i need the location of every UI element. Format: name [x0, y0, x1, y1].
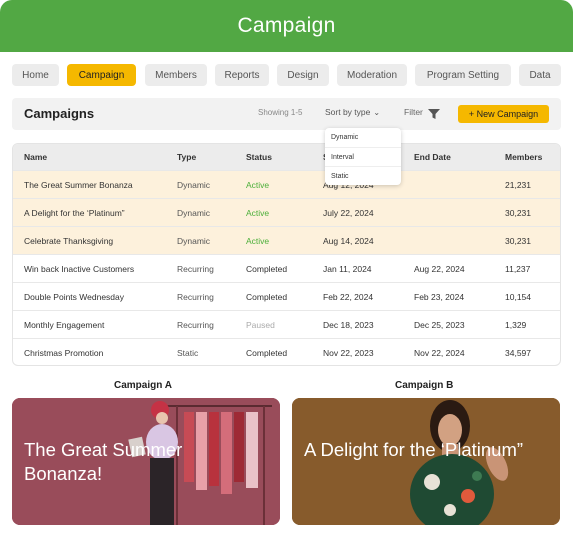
- member-count: 30,231: [505, 208, 531, 218]
- end-date: Feb 23, 2024: [414, 292, 465, 302]
- filter-button[interactable]: Filter: [404, 107, 423, 117]
- sort-dropdown-menu: Dynamic Interval Static: [325, 128, 401, 185]
- campaign-type: Dynamic: [177, 208, 211, 218]
- campaign-type: Dynamic: [177, 180, 211, 190]
- tab-data[interactable]: Data: [519, 64, 561, 86]
- campaign-name: The Great Summer Bonanza: [24, 180, 133, 190]
- table-row[interactable]: Christmas Promotion Static Completed Nov…: [13, 338, 560, 365]
- campaign-name: A Delight for the ‘Platinum”: [24, 208, 125, 218]
- tab-members[interactable]: Members: [145, 64, 207, 86]
- campaign-b-card[interactable]: A Delight for the ‘Platinum”: [292, 398, 560, 525]
- status-badge: Active: [246, 236, 270, 246]
- column-header-end-date[interactable]: End Date: [414, 152, 451, 162]
- sort-option-dynamic[interactable]: Dynamic: [325, 128, 401, 147]
- sort-option-interval[interactable]: Interval: [325, 147, 401, 166]
- end-date: Nov 22, 2024: [414, 348, 465, 358]
- table-row[interactable]: Win back Inactive Customers Recurring Co…: [13, 254, 560, 282]
- status-badge: Paused: [246, 320, 275, 330]
- campaign-name: Monthly Engagement: [24, 320, 105, 330]
- chevron-down-icon: ⌄: [373, 108, 381, 117]
- start-date: Aug 14, 2024: [323, 236, 374, 246]
- member-count: 21,231: [505, 180, 531, 190]
- table-row[interactable]: Monthly Engagement Recurring Paused Dec …: [13, 310, 560, 338]
- tab-program-setting[interactable]: Program Setting: [415, 64, 511, 86]
- sort-label: Sort by type: [325, 107, 371, 117]
- table-row[interactable]: The Great Summer Bonanza Dynamic Active …: [13, 170, 560, 198]
- table-row[interactable]: Double Points Wednesday Recurring Comple…: [13, 282, 560, 310]
- start-date: Feb 22, 2024: [323, 292, 374, 302]
- start-date: Jan 11, 2024: [323, 264, 372, 274]
- campaign-b-caption: Campaign B: [395, 380, 454, 391]
- start-date: Nov 22, 2023: [323, 348, 374, 358]
- table-header: Name Type Status S End Date Members: [13, 144, 560, 170]
- column-header-name[interactable]: Name: [24, 152, 47, 162]
- campaign-b-title: A Delight for the ‘Platinum”: [304, 439, 524, 460]
- tab-moderation[interactable]: Moderation: [337, 64, 407, 86]
- table-row[interactable]: Celebrate Thanksgiving Dynamic Active Au…: [13, 226, 560, 254]
- column-header-status[interactable]: Status: [246, 152, 272, 162]
- sort-dropdown[interactable]: Sort by type ⌄: [325, 107, 380, 117]
- campaigns-table: Name Type Status S End Date Members The …: [12, 143, 561, 366]
- end-date: Aug 22, 2024: [414, 264, 465, 274]
- status-badge: Active: [246, 180, 270, 190]
- campaign-type: Static: [177, 348, 199, 358]
- campaign-a-title: The Great Summer Bonanza!: [24, 439, 183, 484]
- campaign-a-card[interactable]: The Great Summer Bonanza!: [12, 398, 280, 525]
- campaign-name: Double Points Wednesday: [24, 292, 125, 302]
- campaign-type: Recurring: [177, 264, 214, 274]
- campaign-name: Christmas Promotion: [24, 348, 104, 358]
- start-date: Dec 18, 2023: [323, 320, 374, 330]
- campaigns-toolbar: Campaigns Showing 1-5 Sort by type ⌄ Filt…: [12, 98, 561, 130]
- app-header: Campaign: [0, 0, 573, 52]
- status-badge: Active: [246, 208, 270, 218]
- end-date: Dec 25, 2023: [414, 320, 465, 330]
- table-row[interactable]: A Delight for the ‘Platinum” Dynamic Act…: [13, 198, 560, 226]
- start-date: July 22, 2024: [323, 208, 374, 218]
- new-campaign-button[interactable]: + New Campaign: [458, 105, 549, 123]
- status-badge: Completed: [246, 264, 288, 274]
- tab-design[interactable]: Design: [277, 64, 329, 86]
- tab-campaign[interactable]: Campaign: [67, 64, 136, 86]
- tab-reports[interactable]: Reports: [215, 64, 269, 86]
- status-badge: Completed: [246, 292, 288, 302]
- sort-option-static[interactable]: Static: [325, 166, 401, 185]
- tab-home[interactable]: Home: [12, 64, 59, 86]
- campaign-name: Celebrate Thanksgiving: [24, 236, 114, 246]
- filter-icon[interactable]: [428, 109, 440, 119]
- campaign-type: Recurring: [177, 292, 214, 302]
- member-count: 1,329: [505, 320, 527, 330]
- showing-count: Showing 1-5: [258, 108, 303, 117]
- section-title: Campaigns: [24, 106, 95, 121]
- member-count: 30,231: [505, 236, 531, 246]
- nav-tabs: Home Campaign Members Reports Design Mod…: [0, 64, 573, 86]
- campaign-type: Dynamic: [177, 236, 211, 246]
- member-count: 34,597: [505, 348, 531, 358]
- member-count: 10,154: [505, 292, 531, 302]
- member-count: 11,237: [505, 264, 531, 274]
- campaign-name: Win back Inactive Customers: [24, 264, 135, 274]
- campaign-a-caption: Campaign A: [114, 380, 172, 391]
- column-header-type[interactable]: Type: [177, 152, 196, 162]
- status-badge: Completed: [246, 348, 288, 358]
- column-header-members[interactable]: Members: [505, 152, 542, 162]
- page-title: Campaign: [237, 14, 336, 37]
- campaign-type: Recurring: [177, 320, 214, 330]
